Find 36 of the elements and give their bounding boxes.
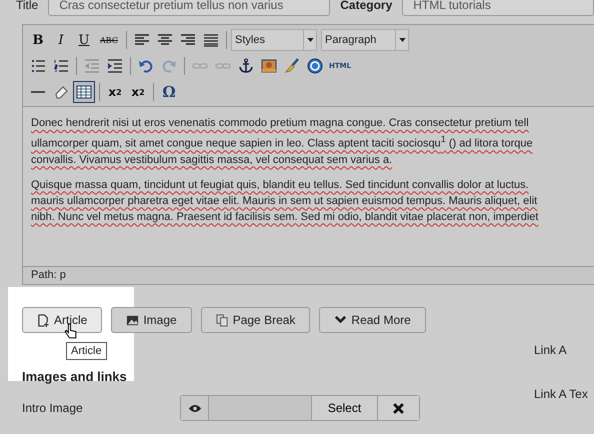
- editor-content[interactable]: [23, 106, 594, 266]
- format-button[interactable]: x$^{2}$: [127, 81, 149, 103]
- document-plus-icon: [37, 314, 50, 326]
- text-line: Donec hendrerit nisi ut eros venenatis commodo pretium magna congue. Cras consectetur pretium tell: [31, 116, 530, 131]
- format-dropdown[interactable]: Paragraph: [321, 29, 409, 51]
- editor-button[interactable]: Read More: [319, 307, 426, 333]
- format-dropdown[interactable]: Styles: [231, 29, 317, 51]
- table-icon[interactable]: [73, 81, 95, 103]
- text-line: nibh. Nunc vel metus magna. Praesent id facilisis sem. Sed mi odio, blandit vitae placerat non, imperdiet: [31, 210, 540, 225]
- text-line: convallis. Vivamus vestibulum sagittis massa, vel consequat sem varius a.: [31, 152, 394, 168]
- hand-cursor-icon: [64, 323, 77, 340]
- caret-icon: [306, 38, 314, 42]
- caret-icon: [398, 38, 406, 42]
- copy-icon: [216, 314, 229, 326]
- picture-icon: [126, 314, 140, 326]
- format-button[interactable]: Ω: [158, 81, 180, 103]
- format-button[interactable]: I: [50, 29, 72, 51]
- tooltip: Article: [66, 342, 107, 360]
- text-line: Quisque massa quam, tincidunt ut feugiat quis, blandit eu tellus. Sed tincidunt convallis dolor at luctus.: [31, 178, 530, 193]
- format-button[interactable]: B: [27, 29, 49, 51]
- format-button[interactable]: ABC: [96, 29, 122, 51]
- field-label: Intro Image: [22, 401, 84, 415]
- format-button[interactable]: U: [73, 29, 95, 51]
- text-line: mauris ullamcorper pharetra eget vitae elit. Mauris in sem ut sapien euismod tempus. Mauris aliquet, elit: [31, 194, 538, 209]
- editor-button[interactable]: Page Break: [200, 307, 310, 333]
- field-label: Link A Tex: [534, 387, 589, 401]
- path-bar: Path: p: [23, 266, 594, 284]
- title-label: Title: [16, 0, 38, 12]
- category-label: Category: [340, 0, 392, 12]
- editor-button[interactable]: Article: [22, 307, 102, 333]
- category-field[interactable]: HTML tutorials: [402, 0, 594, 16]
- title-field[interactable]: Cras consectetur pretium tellus non varius: [48, 0, 330, 16]
- section-title: Images and links: [22, 369, 127, 386]
- editor-button[interactable]: Image: [111, 307, 192, 333]
- field-label: Link A: [534, 343, 568, 357]
- text-line: ullamcorper quam, sit amet congue neque sapien in leo. Class aptent taciti sociosqu$^{1}$ () ad litora torque: [31, 133, 534, 152]
